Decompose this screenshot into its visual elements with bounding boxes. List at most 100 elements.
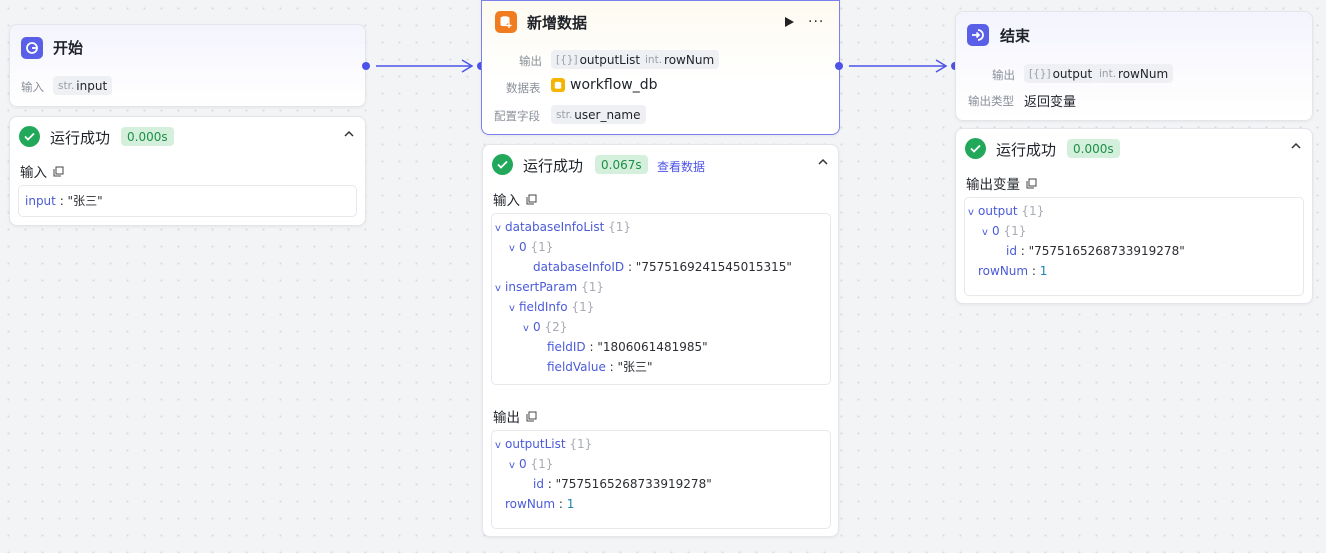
start-node[interactable]: 开始 输入 str. input (9, 24, 366, 107)
json-count: {1} (530, 240, 554, 254)
json-value: 1 (566, 497, 575, 511)
success-check-icon (492, 154, 513, 175)
field-param-tag: str. user_name (551, 105, 646, 124)
json-value: "7575169241545015315" (635, 260, 792, 274)
json-count: {1} (1003, 224, 1027, 238)
output-param-tag: int. rowNum (640, 50, 720, 69)
collapse-chevron-icon[interactable] (817, 156, 829, 172)
json-count: {1} (530, 457, 554, 471)
json-key: fieldValue (547, 360, 606, 374)
json-count: {1} (608, 220, 632, 234)
run-status: 运行成功 (523, 157, 584, 175)
input-section-header: 输入 (20, 161, 64, 181)
output-vars-header: 输出变量 (966, 173, 1037, 193)
json-key: outputList (505, 437, 566, 451)
node-title: 开始 (53, 39, 84, 57)
input-header: 输入 (493, 193, 520, 209)
insert-input-json: v databaseInfoList {1} v0 {1} databaseInf… (491, 213, 831, 385)
more-options-icon[interactable]: ··· (808, 14, 824, 30)
input-header: 输入 (20, 165, 47, 181)
json-count: {1} (581, 280, 604, 294)
json-value: "张三" (67, 194, 103, 208)
database-plus-icon (500, 16, 512, 28)
json-key: fieldInfo (519, 300, 568, 314)
run-time-badge: 0.000s (1067, 139, 1120, 158)
output-label: 输出 (992, 68, 1015, 82)
insert-node-icon (495, 11, 517, 33)
json-value: 1 (1039, 264, 1048, 278)
json-value: "7575165268733919278" (555, 477, 712, 491)
json-key: rowNum (505, 497, 556, 511)
end-output-json: v output {1} v0 {1} id : "757516526873391… (964, 197, 1304, 296)
node-title: 结束 (1000, 27, 1031, 45)
json-count: {2} (544, 320, 568, 334)
type-prefix: str. (556, 108, 573, 121)
type-prefix: str. (58, 79, 75, 92)
param-name: output (1052, 66, 1093, 81)
start-node-icon (21, 37, 43, 59)
output-label: 输出 (519, 54, 542, 68)
json-key: databaseInfoID (533, 260, 625, 274)
end-node[interactable]: 结束 输出 [{}] output int. rowNum 输出类型 返回变量 (955, 11, 1313, 121)
database-icon (551, 78, 565, 92)
run-status: 运行成功 (50, 129, 111, 147)
view-data-link[interactable]: 查看数据 (657, 158, 705, 175)
json-key: insertParam (505, 280, 578, 294)
run-time-badge: 0.000s (121, 127, 174, 146)
copy-icon[interactable] (53, 166, 64, 177)
start-output-port[interactable] (362, 62, 370, 70)
json-key: 0 (992, 224, 1000, 238)
json-key: input (25, 194, 56, 208)
json-key: output (978, 204, 1018, 218)
start-result-panel: 运行成功 0.000s 输入 input : "张三" (9, 116, 366, 226)
json-count: {1} (1021, 204, 1045, 218)
insert-data-node[interactable]: 新增数据 ··· 输出 [{}] outputList int. rowNum 数据… (481, 0, 840, 135)
param-name: input (76, 78, 108, 93)
json-key: fieldID (547, 340, 586, 354)
json-key: id (533, 477, 544, 491)
success-check-icon (19, 126, 40, 147)
type-prefix: [{}] (1029, 67, 1051, 80)
output-type-value: 返回变量 (1024, 95, 1077, 110)
insert-output-port[interactable] (835, 62, 843, 70)
run-time-badge: 0.067s (595, 155, 648, 174)
exit-icon (972, 29, 984, 41)
type-prefix: [{}] (556, 53, 578, 66)
run-node-icon[interactable] (784, 16, 795, 32)
json-count: {1} (571, 300, 595, 314)
json-key: databaseInfoList (505, 220, 605, 234)
play-circle-icon (26, 42, 38, 54)
end-node-icon (967, 24, 989, 46)
type-prefix: int. (645, 53, 663, 66)
insert-result-panel: 运行成功 0.067s 查看数据 输入 v databaseInfoList {1… (482, 144, 839, 537)
input-param-tag: str. input (53, 76, 113, 95)
json-key: rowNum (978, 264, 1029, 278)
table-name: workflow_db (570, 77, 658, 93)
insert-output-json: v outputList {1} v0 {1} id : "75751652687… (491, 430, 831, 529)
json-key: 0 (519, 240, 527, 254)
run-status: 运行成功 (996, 141, 1057, 159)
type-prefix: int. (1099, 67, 1117, 80)
output-header: 输出 (493, 410, 520, 426)
output-type-label: 输出类型 (968, 94, 1014, 108)
json-value: "张三" (617, 360, 653, 374)
node-title: 新增数据 (527, 14, 588, 32)
collapse-chevron-icon[interactable] (1290, 140, 1302, 156)
copy-icon[interactable] (526, 411, 537, 422)
output-param-tag: int. rowNum (1094, 64, 1174, 83)
param-name: rowNum (664, 52, 715, 67)
input-section-header: 输入 (493, 189, 537, 209)
collapse-chevron-icon[interactable] (343, 128, 355, 144)
json-key: 0 (533, 320, 541, 334)
output-param-tag: [{}] outputList (551, 50, 646, 69)
copy-icon[interactable] (526, 194, 537, 205)
json-count: {1} (569, 437, 593, 451)
param-name: user_name (574, 107, 641, 122)
json-value: "7575165268733919278" (1028, 244, 1185, 258)
param-name: outputList (579, 52, 641, 67)
json-value: "1806061481985" (597, 340, 708, 354)
start-input-json: input : "张三" (18, 185, 357, 217)
json-key: id (1006, 244, 1017, 258)
output-section-header: 输出 (493, 406, 537, 426)
copy-icon[interactable] (1026, 178, 1037, 189)
